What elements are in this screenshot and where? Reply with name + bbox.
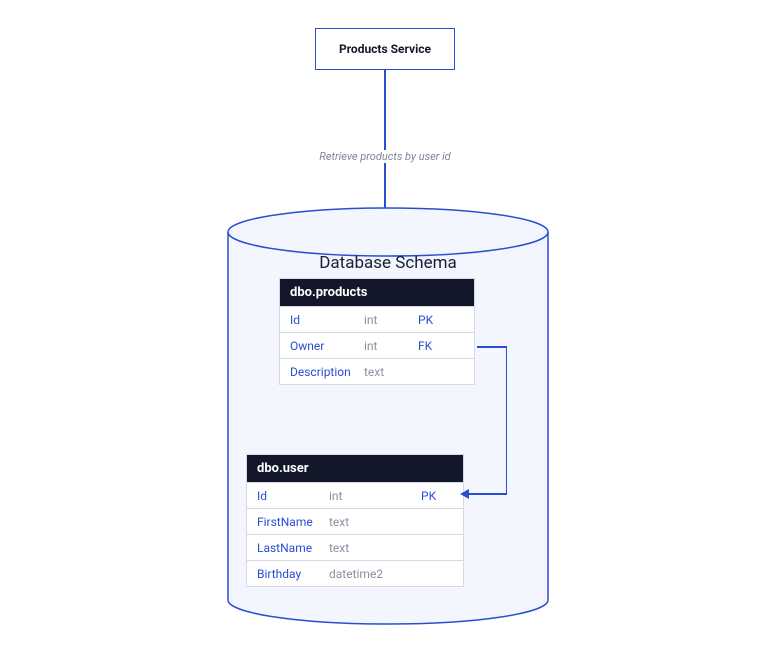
fk-connector xyxy=(477,346,507,348)
table-row: Description text xyxy=(280,358,474,384)
table-row: FirstName text xyxy=(247,508,463,534)
fk-connector xyxy=(466,493,507,495)
col-name: LastName xyxy=(247,541,329,555)
products-service-box: Products Service xyxy=(315,28,455,70)
col-name: Id xyxy=(247,489,329,503)
col-name: FirstName xyxy=(247,515,329,529)
col-name: Description xyxy=(280,365,364,379)
database-title: Database Schema xyxy=(319,253,457,273)
products-service-label: Products Service xyxy=(339,42,431,56)
arrow-label: Retrieve products by user id xyxy=(280,150,490,163)
col-name: Id xyxy=(280,313,364,327)
table-row: LastName text xyxy=(247,534,463,560)
table-row: Id int PK xyxy=(247,482,463,508)
table-row: Owner int FK xyxy=(280,332,474,358)
table-user: dbo.user Id int PK FirstName text LastNa… xyxy=(246,454,464,587)
fk-connector xyxy=(506,346,508,494)
table-row: Id int PK xyxy=(280,306,474,332)
col-type: text xyxy=(329,541,421,555)
col-type: text xyxy=(364,365,418,379)
col-key: PK xyxy=(418,313,458,327)
col-type: int xyxy=(364,313,418,327)
col-name: Owner xyxy=(280,339,364,353)
col-key: FK xyxy=(418,339,458,353)
diagram-canvas: Products Service Retrieve products by us… xyxy=(0,0,765,649)
col-type: int xyxy=(329,489,421,503)
col-type: datetime2 xyxy=(329,567,421,581)
table-row: Birthday datetime2 xyxy=(247,560,463,586)
col-type: text xyxy=(329,515,421,529)
col-key: PK xyxy=(421,489,451,503)
arrow-head-icon xyxy=(460,489,469,499)
table-user-header: dbo.user xyxy=(247,455,463,482)
table-products: dbo.products Id int PK Owner int FK Desc… xyxy=(279,278,475,385)
col-name: Birthday xyxy=(247,567,329,581)
table-products-header: dbo.products xyxy=(280,279,474,306)
col-type: int xyxy=(364,339,418,353)
